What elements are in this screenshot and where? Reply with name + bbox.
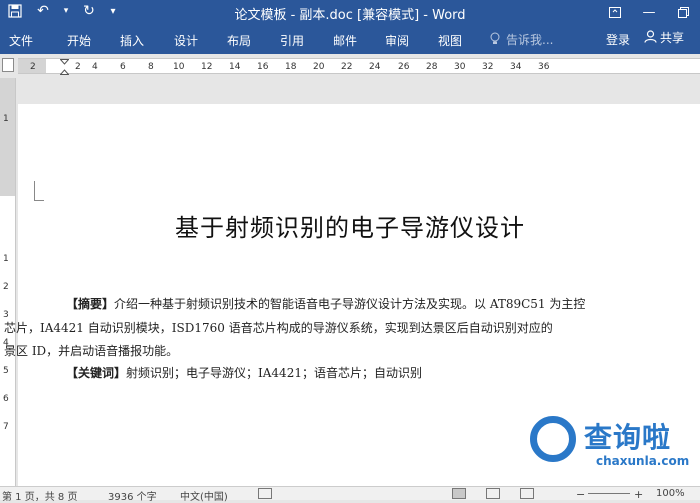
keywords-label: 【关键词】 [66, 366, 127, 380]
magnifier-icon [530, 416, 576, 462]
page-count[interactable]: 第 1 页，共 8 页 [2, 488, 77, 503]
tab-mailings[interactable]: 邮件 [333, 32, 357, 49]
tab-selector[interactable] [2, 58, 14, 72]
zoom-in-icon[interactable]: + [634, 488, 643, 501]
ruler-tick: 20 [313, 62, 325, 72]
person-icon [644, 29, 657, 46]
share-label: 共享 [660, 31, 685, 45]
document-title[interactable]: 基于射频识别的电子导游仪设计 [0, 208, 700, 243]
watermark-text: 查询啦 [584, 421, 672, 454]
tell-me-box[interactable]: 告诉我... [490, 31, 553, 48]
tab-file[interactable]: 文件 [9, 32, 33, 49]
word-count[interactable]: 3936 个字 [108, 488, 157, 503]
ruler-tick: 24 [369, 62, 381, 72]
tab-review[interactable]: 审阅 [385, 32, 409, 49]
tab-references[interactable]: 引用 [280, 32, 304, 49]
minimize-icon[interactable]: — [632, 0, 666, 24]
margin-corner-mark [34, 181, 44, 201]
vruler-tick: 6 [3, 394, 9, 404]
vertical-ruler-shade [0, 78, 15, 196]
abstract-line-3[interactable]: 景区 ID，并启动语音播报功能。 [4, 342, 178, 359]
tell-me-placeholder: 告诉我... [506, 33, 554, 47]
ribbon-display-icon[interactable] [598, 0, 632, 24]
status-bar: 第 1 页，共 8 页 3936 个字 中文(中国) − + 100% [0, 486, 700, 503]
ruler-tick: 12 [201, 62, 213, 72]
ruler-tick: 6 [120, 62, 126, 72]
abstract-text-1: 介绍一种基于射频识别技术的智能语音电子导游仪设计方法及实现。以 AT89C51 … [114, 297, 586, 311]
vruler-tick: 5 [3, 366, 9, 376]
share-button[interactable]: 共享 [644, 29, 684, 46]
ruler-tick: 26 [398, 62, 410, 72]
language[interactable]: 中文(中国) [180, 488, 228, 503]
ruler-tick: 2 [75, 62, 81, 72]
watermark-logo: 查询啦 chaxunla.com [526, 412, 700, 482]
abstract-label: 【摘要】 [66, 297, 115, 311]
abstract-line-1[interactable]: 【摘要】介绍一种基于射频识别技术的智能语音电子导游仪设计方法及实现。以 AT89… [66, 295, 585, 312]
ruler-tick: 28 [426, 62, 438, 72]
ruler-tick: 30 [454, 62, 466, 72]
tab-layout[interactable]: 布局 [227, 32, 251, 49]
abstract-line-2[interactable]: 芯片，IA4421 自动识别模块，ISD1760 语音芯片构成的导游仪系统，实现… [4, 319, 553, 336]
ruler-tick: 22 [341, 62, 353, 72]
window-controls: — [598, 0, 700, 24]
sign-in-link[interactable]: 登录 [606, 31, 630, 48]
ruler-tick: 36 [538, 62, 550, 72]
title-bar: ↶ ▾ ↻ ▾ 论文模板 - 副本.doc [兼容模式] - Word — [0, 0, 700, 24]
vruler-tick: 7 [3, 422, 9, 432]
vruler-tick: 1 [3, 114, 9, 124]
zoom-out-icon[interactable]: − [576, 488, 585, 501]
print-layout-icon[interactable] [452, 488, 466, 499]
ruler-tick: 14 [229, 62, 241, 72]
vruler-tick: 2 [3, 282, 9, 292]
vruler-tick: 1 [3, 254, 9, 264]
ribbon-tabs: 文件 开始 插入 设计 布局 引用 邮件 审阅 视图 告诉我... 登录 共享 [0, 24, 700, 54]
restore-icon[interactable] [666, 0, 700, 24]
horizontal-ruler[interactable]: 2 2 4 6 8 10 12 14 16 18 20 22 24 26 28 … [18, 58, 700, 75]
ruler-tick: 32 [482, 62, 494, 72]
vertical-ruler[interactable]: 1 1 2 3 4 5 6 7 [0, 78, 16, 486]
ruler-tick: 16 [257, 62, 269, 72]
read-mode-icon[interactable] [486, 488, 500, 499]
tab-design[interactable]: 设计 [174, 32, 198, 49]
keywords-line[interactable]: 【关键词】射频识别；电子导游仪；IA4421；语音芯片；自动识别 [66, 364, 422, 381]
macro-record-icon[interactable] [258, 488, 272, 499]
ruler-tick: 34 [510, 62, 522, 72]
window-title: 论文模板 - 副本.doc [兼容模式] - Word [234, 8, 466, 23]
web-layout-icon[interactable] [520, 488, 534, 499]
ruler-tick: 2 [30, 62, 36, 72]
watermark-url: chaxunla.com [596, 454, 690, 468]
lightbulb-icon [490, 32, 500, 48]
zoom-level[interactable]: 100% [656, 488, 685, 499]
ruler-row: 2 2 4 6 8 10 12 14 16 18 20 22 24 26 28 … [0, 54, 700, 78]
tab-insert[interactable]: 插入 [120, 32, 144, 49]
ruler-tick: 4 [92, 62, 98, 72]
keywords-text: 射频识别；电子导游仪；IA4421；语音芯片；自动识别 [126, 366, 422, 380]
indent-marker-icon[interactable] [59, 59, 70, 78]
zoom-slider[interactable] [588, 493, 630, 494]
tab-view[interactable]: 视图 [438, 32, 462, 49]
ruler-tick: 10 [173, 62, 185, 72]
tab-home[interactable]: 开始 [67, 32, 91, 49]
ruler-tick: 8 [148, 62, 154, 72]
ruler-tick: 18 [285, 62, 297, 72]
